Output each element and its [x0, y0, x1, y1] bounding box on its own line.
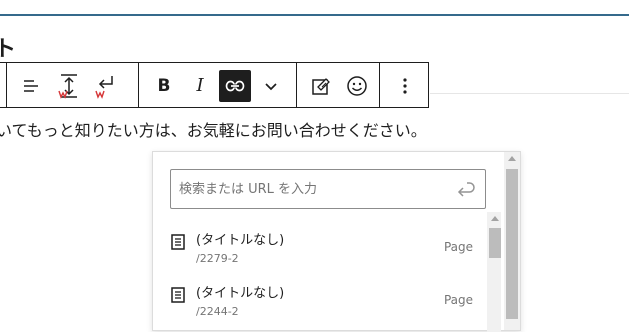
- page-icon: [171, 287, 185, 303]
- link-search-input[interactable]: [171, 170, 449, 208]
- bold-label: B: [157, 76, 171, 96]
- emoji-button[interactable]: [341, 70, 373, 102]
- paragraph-text[interactable]: いてもっと知りたい方は、お気軽にお問い合わせください。: [0, 120, 427, 142]
- results-scrollbar-thumb[interactable]: [489, 228, 501, 258]
- line-height-icon: [58, 74, 77, 99]
- more-options-button[interactable]: [389, 70, 421, 102]
- scroll-up-arrow-icon[interactable]: [491, 216, 499, 221]
- popover-scrollbar-thumb[interactable]: [506, 169, 518, 319]
- result-url: /2244-2: [196, 305, 239, 318]
- break-icon: [95, 76, 113, 99]
- emoji-icon: [347, 76, 367, 96]
- break-button[interactable]: [89, 70, 121, 102]
- highlight-icon: [312, 78, 330, 95]
- toolbar-separator: [6, 63, 7, 107]
- block-toolbar: B I: [0, 62, 429, 108]
- top-accent-line: [0, 14, 629, 16]
- block-divider: [430, 93, 629, 94]
- search-result-item[interactable]: (タイトルなし) /2244-2 Page: [165, 275, 483, 325]
- italic-button[interactable]: I: [184, 70, 216, 102]
- link-button[interactable]: [219, 70, 251, 102]
- more-formats-dropdown[interactable]: [255, 70, 287, 102]
- result-title: (タイトルなし): [196, 286, 285, 301]
- link-search-box: [170, 169, 486, 209]
- align-button[interactable]: [15, 70, 47, 102]
- chevron-down-icon: [265, 83, 277, 91]
- heading-fragment: ト: [0, 37, 17, 62]
- toolbar-separator: [296, 63, 297, 107]
- toolbar-separator: [379, 63, 380, 107]
- result-title: (タイトルなし): [196, 233, 285, 248]
- search-results-list: (タイトルなし) /2279-2 Page (タイトルなし) /2244-2 P…: [153, 212, 506, 332]
- result-type: Page: [443, 240, 473, 254]
- result-type: Page: [443, 293, 473, 307]
- result-url: /2279-2: [196, 252, 239, 265]
- toolbar-separator: [138, 63, 139, 107]
- enter-icon[interactable]: [455, 180, 475, 198]
- line-height-button[interactable]: [53, 70, 85, 102]
- more-options-icon: [403, 78, 407, 94]
- scroll-up-arrow-icon[interactable]: [508, 156, 516, 161]
- bold-button[interactable]: B: [148, 70, 180, 102]
- search-result-item[interactable]: (タイトルなし) /2279-2 Page: [165, 222, 483, 272]
- align-icon: [24, 80, 38, 92]
- link-icon: [225, 80, 245, 92]
- italic-label: I: [196, 75, 204, 96]
- page-icon: [171, 234, 185, 250]
- link-popover: (タイトルなし) /2279-2 Page (タイトルなし) /2244-2 P…: [152, 151, 521, 332]
- highlight-button[interactable]: [305, 70, 337, 102]
